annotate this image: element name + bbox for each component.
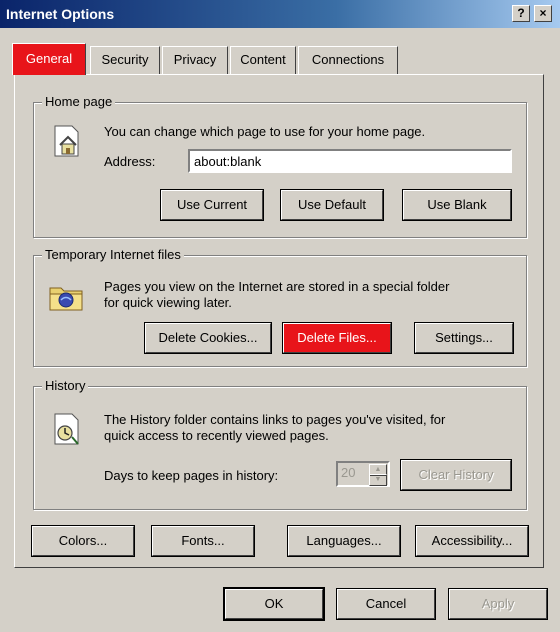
fonts-button[interactable]: Fonts... bbox=[151, 525, 255, 557]
clear-history-button[interactable]: Clear History bbox=[400, 459, 512, 491]
home-page-description: You can change which page to use for you… bbox=[104, 124, 426, 139]
history-group: History The History folder contains link… bbox=[33, 378, 527, 510]
days-to-keep-label: Days to keep pages in history: bbox=[104, 468, 279, 483]
temp-files-icon bbox=[49, 287, 83, 311]
general-tab-panel: Home page You can change which page to u… bbox=[14, 74, 544, 568]
window-title: Internet Options bbox=[6, 6, 115, 22]
address-label: Address: bbox=[104, 154, 156, 169]
home-page-group: Home page You can change which page to u… bbox=[33, 94, 527, 238]
help-button[interactable]: ? bbox=[512, 5, 530, 22]
use-blank-button[interactable]: Use Blank bbox=[402, 189, 512, 221]
languages-button[interactable]: Languages... bbox=[287, 525, 401, 557]
history-icon bbox=[54, 413, 79, 445]
close-button[interactable]: × bbox=[534, 5, 552, 22]
tab-security[interactable]: Security bbox=[90, 46, 160, 74]
temp-files-legend: Temporary Internet files bbox=[42, 247, 184, 263]
ok-button[interactable]: OK bbox=[223, 587, 325, 621]
days-to-keep-stepper[interactable]: 20 ▲ ▼ bbox=[336, 461, 390, 487]
colors-button[interactable]: Colors... bbox=[31, 525, 135, 557]
tab-general[interactable]: General bbox=[12, 43, 86, 75]
temp-files-group: Temporary Internet files Pages you view … bbox=[33, 247, 527, 367]
address-field[interactable] bbox=[188, 149, 512, 173]
title-bar: Internet Options ? × bbox=[0, 0, 560, 28]
temp-files-description-line2: for quick viewing later. bbox=[104, 295, 232, 310]
settings-button[interactable]: Settings... bbox=[414, 322, 514, 354]
apply-button[interactable]: Apply bbox=[448, 588, 548, 620]
days-to-keep-value: 20 bbox=[341, 465, 356, 480]
cancel-button[interactable]: Cancel bbox=[336, 588, 436, 620]
use-default-button[interactable]: Use Default bbox=[280, 189, 384, 221]
tab-content[interactable]: Content bbox=[230, 46, 296, 74]
delete-files-button[interactable]: Delete Files... bbox=[282, 322, 392, 354]
history-description-line2: quick access to recently viewed pages. bbox=[104, 428, 329, 443]
home-page-legend: Home page bbox=[42, 94, 116, 110]
history-legend: History bbox=[42, 378, 89, 394]
spin-down-icon[interactable]: ▼ bbox=[369, 474, 387, 486]
tab-privacy[interactable]: Privacy bbox=[162, 46, 228, 74]
home-page-icon bbox=[54, 125, 79, 157]
accessibility-button[interactable]: Accessibility... bbox=[415, 525, 529, 557]
temp-files-description-line1: Pages you view on the Internet are store… bbox=[104, 279, 450, 294]
use-current-button[interactable]: Use Current bbox=[160, 189, 264, 221]
history-description-line1: The History folder contains links to pag… bbox=[104, 412, 446, 427]
delete-cookies-button[interactable]: Delete Cookies... bbox=[144, 322, 272, 354]
tab-connections[interactable]: Connections bbox=[298, 46, 398, 74]
